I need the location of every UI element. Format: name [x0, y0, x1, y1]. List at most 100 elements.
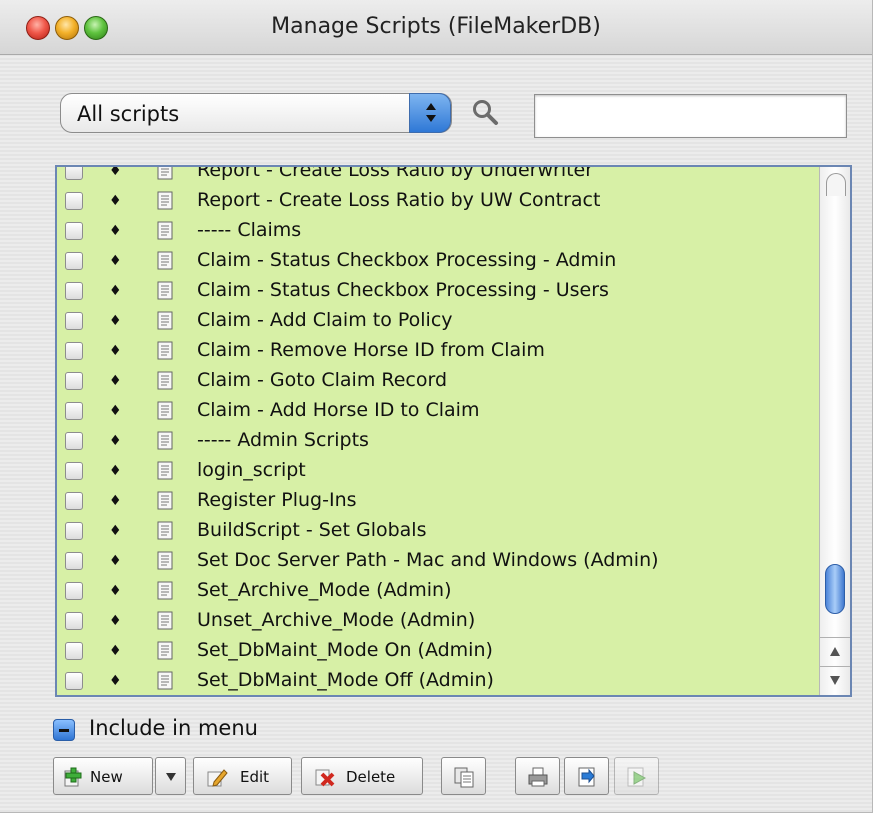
script-name: Set_Archive_Mode (Admin): [197, 579, 452, 601]
include-in-menu-row-checkbox[interactable]: [65, 552, 83, 570]
script-row[interactable]: ♦ Report - Create Loss Ratio by Underwrit…: [57, 167, 817, 186]
drag-handle-icon[interactable]: ♦: [109, 553, 122, 569]
script-row[interactable]: ♦ Register Plug-Ins: [57, 486, 817, 516]
scroll-down-arrow-icon[interactable]: [820, 666, 850, 695]
script-row[interactable]: ♦ Set_Archive_Mode (Admin): [57, 576, 817, 606]
vertical-scrollbar[interactable]: [819, 167, 850, 695]
new-script-menu-button[interactable]: [155, 757, 186, 795]
script-icon: [157, 281, 175, 301]
script-row[interactable]: ♦ Claim - Goto Claim Record: [57, 366, 817, 396]
drag-handle-icon[interactable]: ♦: [109, 433, 122, 449]
script-rows: ♦ Report - Create Loss Ratio by Underwrit…: [57, 167, 817, 695]
script-icon: [157, 611, 175, 631]
new-script-button[interactable]: New: [53, 757, 153, 795]
script-filter-selected: All scripts: [77, 102, 180, 126]
include-in-menu-row-checkbox[interactable]: [65, 252, 83, 270]
drag-handle-icon[interactable]: ♦: [109, 223, 122, 239]
script-icon: [157, 191, 175, 211]
include-in-menu-row-checkbox[interactable]: [65, 312, 83, 330]
script-name: Set_DbMaint_Mode On (Admin): [197, 639, 493, 661]
print-script-button[interactable]: [515, 757, 560, 795]
script-name: Claim - Goto Claim Record: [197, 369, 448, 391]
script-row[interactable]: ♦ Set_DbMaint_Mode Off (Admin): [57, 666, 817, 695]
script-icon: [157, 521, 175, 541]
script-row[interactable]: ♦ Report - Create Loss Ratio by UW Contra…: [57, 186, 817, 216]
script-name: Claim - Status Checkbox Processing - Use…: [197, 279, 609, 301]
import-script-button[interactable]: [564, 757, 609, 795]
scrollbar-thumb[interactable]: [825, 564, 845, 614]
printer-icon: [528, 767, 548, 787]
script-filter-popup[interactable]: All scripts: [60, 93, 452, 133]
drag-handle-icon[interactable]: ♦: [109, 283, 122, 299]
script-icon: [157, 341, 175, 361]
include-in-menu-row-checkbox[interactable]: [65, 222, 83, 240]
include-in-menu-row-checkbox[interactable]: [65, 612, 83, 630]
script-row[interactable]: ♦ login_script: [57, 456, 817, 486]
script-row[interactable]: ♦ Set Doc Server Path - Mac and Windows (…: [57, 546, 817, 576]
script-icon: [157, 401, 175, 421]
include-in-menu-row-checkbox[interactable]: [65, 372, 83, 390]
script-name: login_script: [197, 459, 306, 481]
drag-handle-icon[interactable]: ♦: [109, 463, 122, 479]
script-row[interactable]: ♦ ----- Claims: [57, 216, 817, 246]
script-icon: [157, 491, 175, 511]
script-row[interactable]: ♦ Claim - Add Claim to Policy: [57, 306, 817, 336]
drag-handle-icon[interactable]: ♦: [109, 613, 122, 629]
drag-handle-icon[interactable]: ♦: [109, 673, 122, 689]
drag-handle-icon[interactable]: ♦: [109, 643, 122, 659]
include-in-menu-row-checkbox[interactable]: [65, 582, 83, 600]
script-name: Claim - Add Horse ID to Claim: [197, 399, 480, 421]
drag-handle-icon[interactable]: ♦: [109, 253, 122, 269]
drag-handle-icon[interactable]: ♦: [109, 167, 122, 179]
include-in-menu-row-checkbox[interactable]: [65, 432, 83, 450]
duplicate-script-button[interactable]: [441, 757, 486, 795]
include-in-menu-row-checkbox[interactable]: [65, 192, 83, 210]
popup-arrows-icon: [409, 93, 451, 133]
include-in-menu-row-checkbox[interactable]: [65, 462, 83, 480]
script-row[interactable]: ♦ Claim - Add Horse ID to Claim: [57, 396, 817, 426]
include-in-menu-row-checkbox[interactable]: [65, 492, 83, 510]
script-row[interactable]: ♦ BuildScript - Set Globals: [57, 516, 817, 546]
script-name: BuildScript - Set Globals: [197, 519, 427, 541]
drag-handle-icon[interactable]: ♦: [109, 403, 122, 419]
drag-handle-icon[interactable]: ♦: [109, 523, 122, 539]
include-in-menu-row-checkbox[interactable]: [65, 167, 83, 180]
drag-handle-icon[interactable]: ♦: [109, 313, 122, 329]
new-button-label: New: [90, 768, 123, 786]
delete-button-label: Delete: [346, 768, 396, 786]
script-row[interactable]: ♦ Claim - Status Checkbox Processing - Ad…: [57, 246, 817, 276]
script-row[interactable]: ♦ Claim - Remove Horse ID from Claim: [57, 336, 817, 366]
script-icon: [157, 311, 175, 331]
script-icon: [157, 671, 175, 691]
scrollbar-track-top: [826, 173, 846, 196]
script-row[interactable]: ♦ Set_DbMaint_Mode On (Admin): [57, 636, 817, 666]
window-title: Manage Scripts (FileMakerDB): [271, 14, 601, 39]
drag-handle-icon[interactable]: ♦: [109, 583, 122, 599]
include-in-menu-row-checkbox[interactable]: [65, 672, 83, 690]
drag-handle-icon[interactable]: ♦: [109, 193, 122, 209]
script-list[interactable]: ♦ Report - Create Loss Ratio by Underwrit…: [55, 165, 852, 697]
include-in-menu-row-checkbox[interactable]: [65, 642, 83, 660]
delete-icon: [315, 769, 335, 787]
script-icon: [157, 371, 175, 391]
include-in-menu-row-checkbox[interactable]: [65, 342, 83, 360]
script-row[interactable]: ♦ Unset_Archive_Mode (Admin): [57, 606, 817, 636]
include-in-menu-checkbox[interactable]: [53, 719, 75, 741]
drag-handle-icon[interactable]: ♦: [109, 373, 122, 389]
include-in-menu-row-checkbox[interactable]: [65, 282, 83, 300]
include-in-menu-row-checkbox[interactable]: [65, 402, 83, 420]
script-row[interactable]: ♦ ----- Admin Scripts: [57, 426, 817, 456]
delete-script-button[interactable]: Delete: [301, 757, 423, 795]
script-icon: [157, 251, 175, 271]
scroll-up-arrow-icon[interactable]: [820, 637, 850, 666]
edit-script-button[interactable]: Edit: [193, 757, 292, 795]
script-name: Claim - Add Claim to Policy: [197, 309, 453, 331]
include-in-menu-row-checkbox[interactable]: [65, 522, 83, 540]
include-in-menu-label: Include in menu: [89, 716, 258, 740]
drag-handle-icon[interactable]: ♦: [109, 493, 122, 509]
search-input[interactable]: [534, 94, 847, 138]
script-icon: [157, 431, 175, 451]
drag-handle-icon[interactable]: ♦: [109, 343, 122, 359]
script-row[interactable]: ♦ Claim - Status Checkbox Processing - Us…: [57, 276, 817, 306]
perform-script-button[interactable]: [614, 757, 659, 795]
